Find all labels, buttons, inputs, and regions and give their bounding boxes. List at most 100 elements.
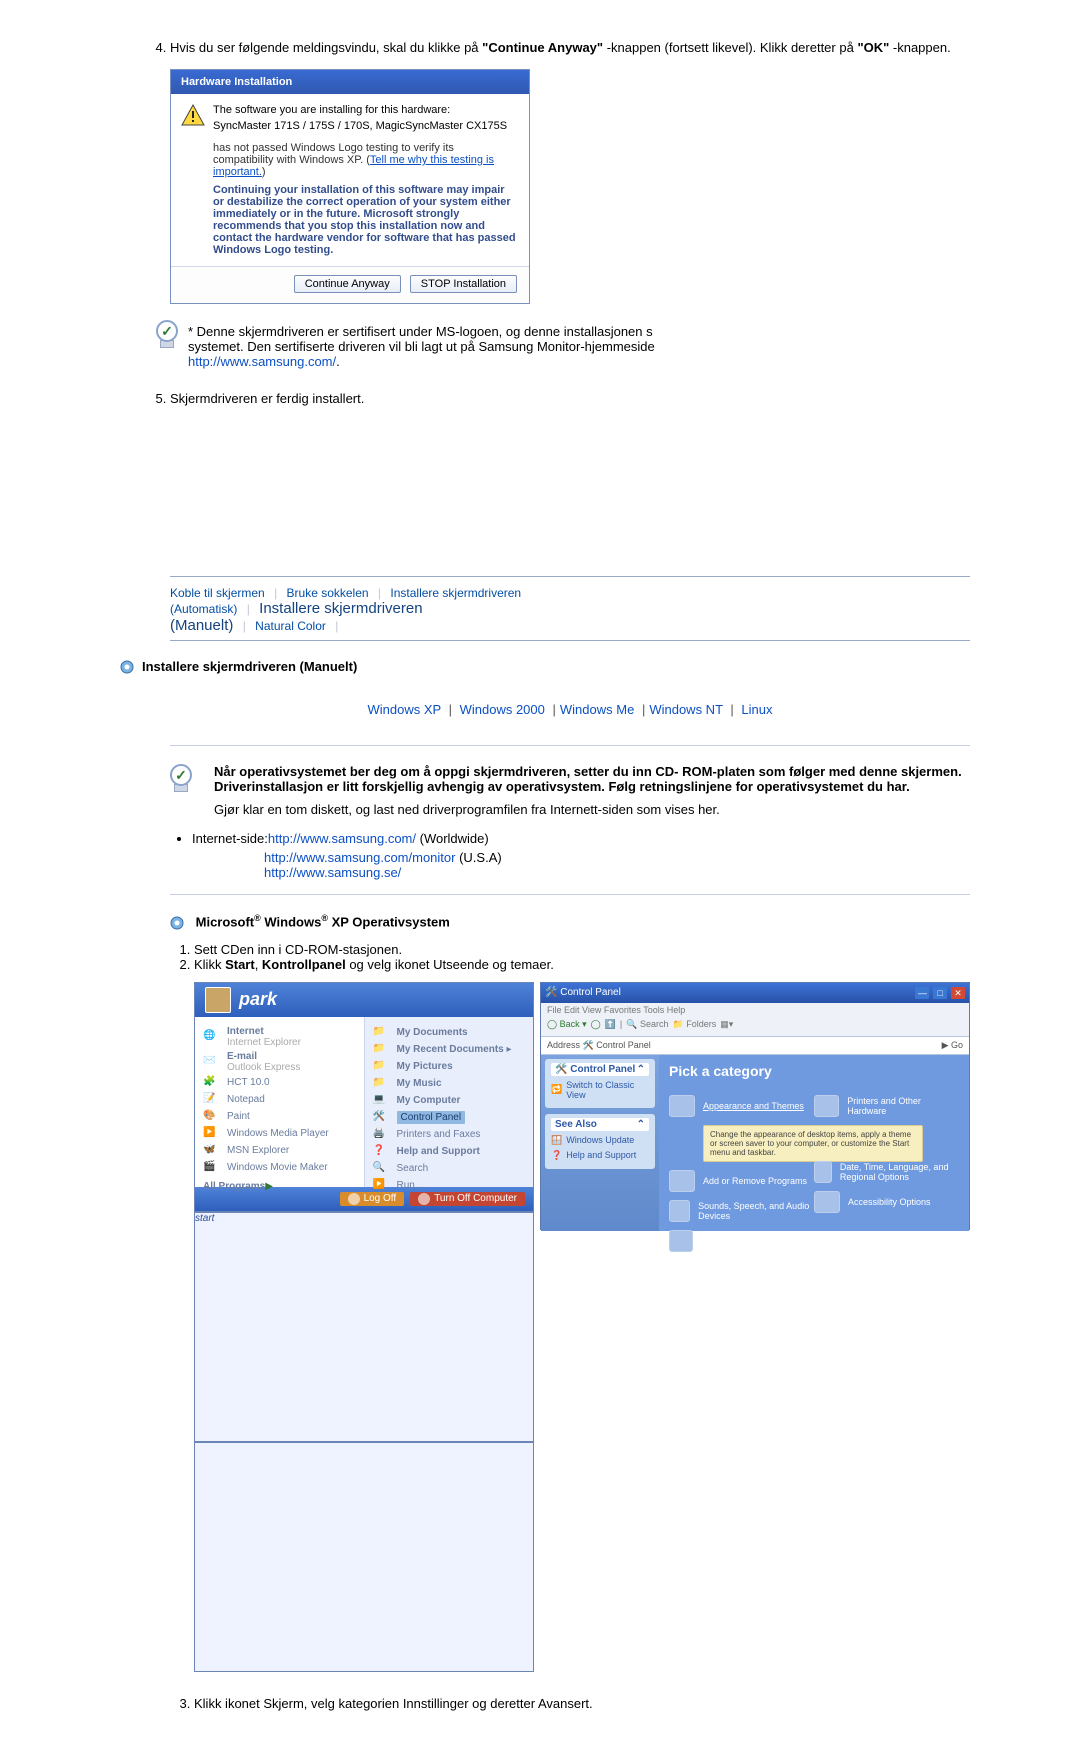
cp-p1a-label: Switch to Classic View [566, 1080, 649, 1100]
stop-installation-button[interactable]: STOP Installation [410, 275, 517, 293]
hw-impair: Continuing your installation of this sof… [213, 184, 517, 256]
update-icon: 🪟 [551, 1135, 562, 1146]
forward-button[interactable]: ◯ [591, 1019, 601, 1030]
help-icon: ❓ [551, 1150, 562, 1161]
start-help-label: Help and Support [397, 1146, 480, 1157]
msn-icon: 🦋 [203, 1144, 221, 1158]
step4-text-1: Hvis du ser følgende meldingsvindu, skal… [170, 40, 482, 55]
start-pics-label: My Pictures [397, 1061, 453, 1072]
cat-add-remove[interactable]: Add or Remove Programs [669, 1170, 814, 1192]
ms2d: Kontrollpanel [262, 957, 346, 972]
views-button[interactable]: ▦▾ [720, 1019, 733, 1030]
start-help[interactable]: ❓ Help and Support [373, 1145, 526, 1159]
search-button[interactable]: 🔍 Search [626, 1019, 668, 1030]
start-pf-label: Printers and Faxes [397, 1129, 481, 1140]
tab-koble[interactable]: Koble til skjermen [170, 586, 265, 600]
link-windows-2000[interactable]: Windows 2000 [460, 702, 545, 717]
manual-install-heading-text: Installere skjermdriveren (Manuelt) [142, 659, 357, 674]
ie-icon: 🌐 [203, 1030, 221, 1044]
link-linux[interactable]: Linux [741, 702, 772, 717]
addr-label: Address [547, 1040, 580, 1050]
power-icon [418, 1193, 430, 1205]
start-email[interactable]: ✉️E-mailOutlook Express [203, 1051, 356, 1073]
link-samsung-ww[interactable]: http://www.samsung.com/ [268, 831, 416, 846]
bullet-icon [120, 660, 134, 674]
tab-driver-auto-l1: Installere skjermdriveren [390, 586, 521, 600]
cat-sounds[interactable]: Sounds, Speech, and Audio Devices [669, 1200, 814, 1222]
perf-icon [669, 1230, 693, 1252]
start-search-label: Search [397, 1163, 429, 1174]
cat-c7-label: Performance and Maintenance [701, 1231, 814, 1251]
start-cp-label: Control Panel [397, 1111, 466, 1124]
start-my-music[interactable]: 📁My Music [373, 1077, 526, 1091]
start-allp-label: All Programs [203, 1181, 265, 1192]
turnoff-label: Turn Off Computer [434, 1193, 517, 1204]
start-search[interactable]: 🔍Search [373, 1162, 526, 1176]
link-samsung-monitor-us[interactable]: http://www.samsung.com/monitor [264, 850, 455, 865]
cat-appearance-themes[interactable]: Appearance and Themes [669, 1095, 814, 1117]
tab-driver-auto-l2: (Automatisk) [170, 602, 237, 616]
manual-install-heading: Installere skjermdriveren (Manuelt) [120, 659, 970, 674]
start-recent-docs[interactable]: 📁My Recent Documents ▸ [373, 1043, 526, 1057]
start-wmp[interactable]: ▶️Windows Media Player [203, 1127, 356, 1141]
xp-start-button[interactable]: start [194, 1212, 534, 1442]
control-panel-window: 🛠️ Control Panel — □ ✕ File Edit View Fa… [540, 982, 970, 1230]
cat-printers-hardware[interactable]: Printers and Other Hardware [814, 1095, 959, 1117]
collapse-icon[interactable]: ⌃ [637, 1119, 645, 1130]
cat-c4-label: Date, Time, Language, and Regional Optio… [840, 1162, 959, 1182]
tab-sokkel[interactable]: Bruke sokkelen [287, 586, 369, 600]
appearance-icon [669, 1095, 695, 1117]
samsung-link[interactable]: http://www.samsung.com/ [188, 354, 336, 369]
continue-anyway-button[interactable]: Continue Anyway [294, 275, 401, 293]
maximize-button[interactable]: □ [933, 987, 947, 999]
start-printers[interactable]: 🖨️Printers and Faxes [373, 1128, 526, 1142]
link-windows-xp[interactable]: Windows XP [367, 702, 440, 717]
start-my-computer[interactable]: 💻My Computer [373, 1094, 526, 1108]
link-windows-me[interactable]: Windows Me [560, 702, 634, 717]
os-links-row: Windows XP | Windows 2000 |Windows Me |W… [170, 702, 970, 717]
help-icon: ❓ [373, 1145, 391, 1159]
link-samsung-se[interactable]: http://www.samsung.se/ [264, 865, 401, 880]
collapse-icon[interactable]: ⌃ [637, 1064, 645, 1075]
turn-off-button[interactable]: Turn Off Computer [410, 1192, 525, 1206]
start-my-documents[interactable]: 📁My Documents [373, 1026, 526, 1040]
back-button[interactable]: ◯ Back ▾ [547, 1019, 587, 1030]
start-hct[interactable]: 🧩HCT 10.0 [203, 1076, 356, 1090]
programs-icon [669, 1170, 695, 1192]
close-button[interactable]: ✕ [951, 987, 965, 999]
tab-natural-color[interactable]: Natural Color [255, 619, 326, 633]
start-run[interactable]: ▶️Run… [373, 1179, 526, 1193]
control-panel-icon: 🛠️ [373, 1111, 391, 1125]
cp-menubar[interactable]: File Edit View Favorites Tools Help [547, 1005, 963, 1019]
ms2e: og velg ikonet Utseende og temaer. [346, 957, 554, 972]
addr-value: Control Panel [596, 1040, 651, 1050]
go-button[interactable]: ▶ Go [942, 1040, 963, 1051]
hw-line2: SyncMaster 171S / 175S / 170S, MagicSync… [213, 120, 517, 132]
cat-date-time[interactable]: Date, Time, Language, and Regional Optio… [814, 1161, 959, 1183]
start-comp-label: My Computer [397, 1095, 461, 1106]
folder-icon: 📁 [373, 1043, 391, 1057]
hw-compat: has not passed Windows Logo testing to v… [213, 142, 517, 178]
cat-accessibility[interactable]: Accessibility Options [814, 1191, 959, 1213]
start-msn[interactable]: 🦋MSN Explorer [203, 1144, 356, 1158]
windows-update-link[interactable]: 🪟Windows Update [551, 1135, 649, 1146]
log-off-button[interactable]: Log Off [340, 1192, 405, 1206]
start-wmm[interactable]: 🎬Windows Movie Maker [203, 1161, 356, 1175]
up-button[interactable]: ⬆️ [605, 1019, 616, 1030]
step5-text: Skjermdriveren er ferdig installert. [170, 391, 364, 406]
start-internet[interactable]: 🌐InternetInternet Explorer [203, 1026, 356, 1048]
start-control-panel[interactable]: 🛠️ Control Panel [373, 1111, 526, 1125]
help-support-link[interactable]: ❓Help and Support [551, 1150, 649, 1161]
start-all-programs[interactable]: All Programs ▶ [203, 1181, 356, 1192]
folders-button[interactable]: 📁 Folders [673, 1019, 717, 1030]
start-email-label: E-mail [227, 1051, 257, 1062]
start-paint[interactable]: 🎨Paint [203, 1110, 356, 1124]
ms-reg2: ® [321, 913, 328, 923]
cat-performance[interactable]: Performance and Maintenance [669, 1230, 814, 1252]
switch-classic-link[interactable]: 🔁Switch to Classic View [551, 1080, 649, 1100]
minimize-button[interactable]: — [915, 987, 929, 999]
start-notepad[interactable]: 📝Notepad [203, 1093, 356, 1107]
note-text2: systemet. Den sertifiserte driveren vil … [188, 339, 655, 354]
link-windows-nt[interactable]: Windows NT [649, 702, 722, 717]
start-my-pictures[interactable]: 📁My Pictures [373, 1060, 526, 1074]
